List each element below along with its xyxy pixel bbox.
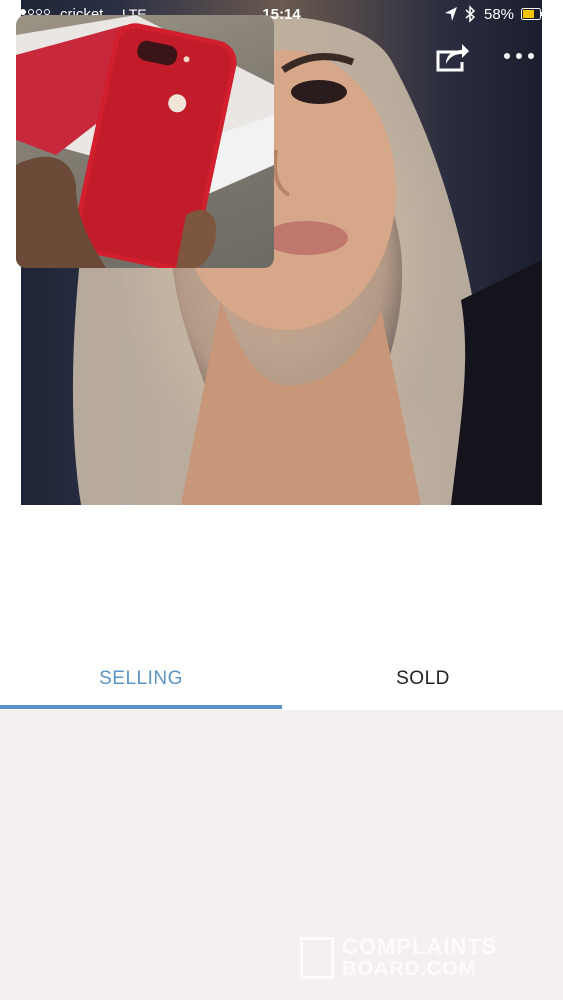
watermark-logo: COMPLAINTS BOARD.COM <box>300 935 540 983</box>
share-icon[interactable] <box>434 40 470 74</box>
listing-item[interactable] <box>16 15 274 268</box>
tab-sold[interactable]: SOLD <box>282 655 563 707</box>
watermark-line2: BOARD.COM <box>342 958 477 980</box>
listing-photo <box>16 15 274 268</box>
bluetooth-icon <box>465 5 476 23</box>
battery-icon <box>521 8 543 20</box>
battery-percentage: 58% <box>484 6 515 23</box>
tab-indicator <box>0 705 282 709</box>
watermark-line1: COMPLAINTS <box>342 934 498 959</box>
more-options-icon[interactable] <box>502 48 536 64</box>
profile-tabs: SELLING SOLD <box>0 655 563 710</box>
tab-selling[interactable]: SELLING <box>0 655 282 707</box>
location-arrow-icon <box>445 7 457 21</box>
watermark-icon <box>300 937 334 979</box>
